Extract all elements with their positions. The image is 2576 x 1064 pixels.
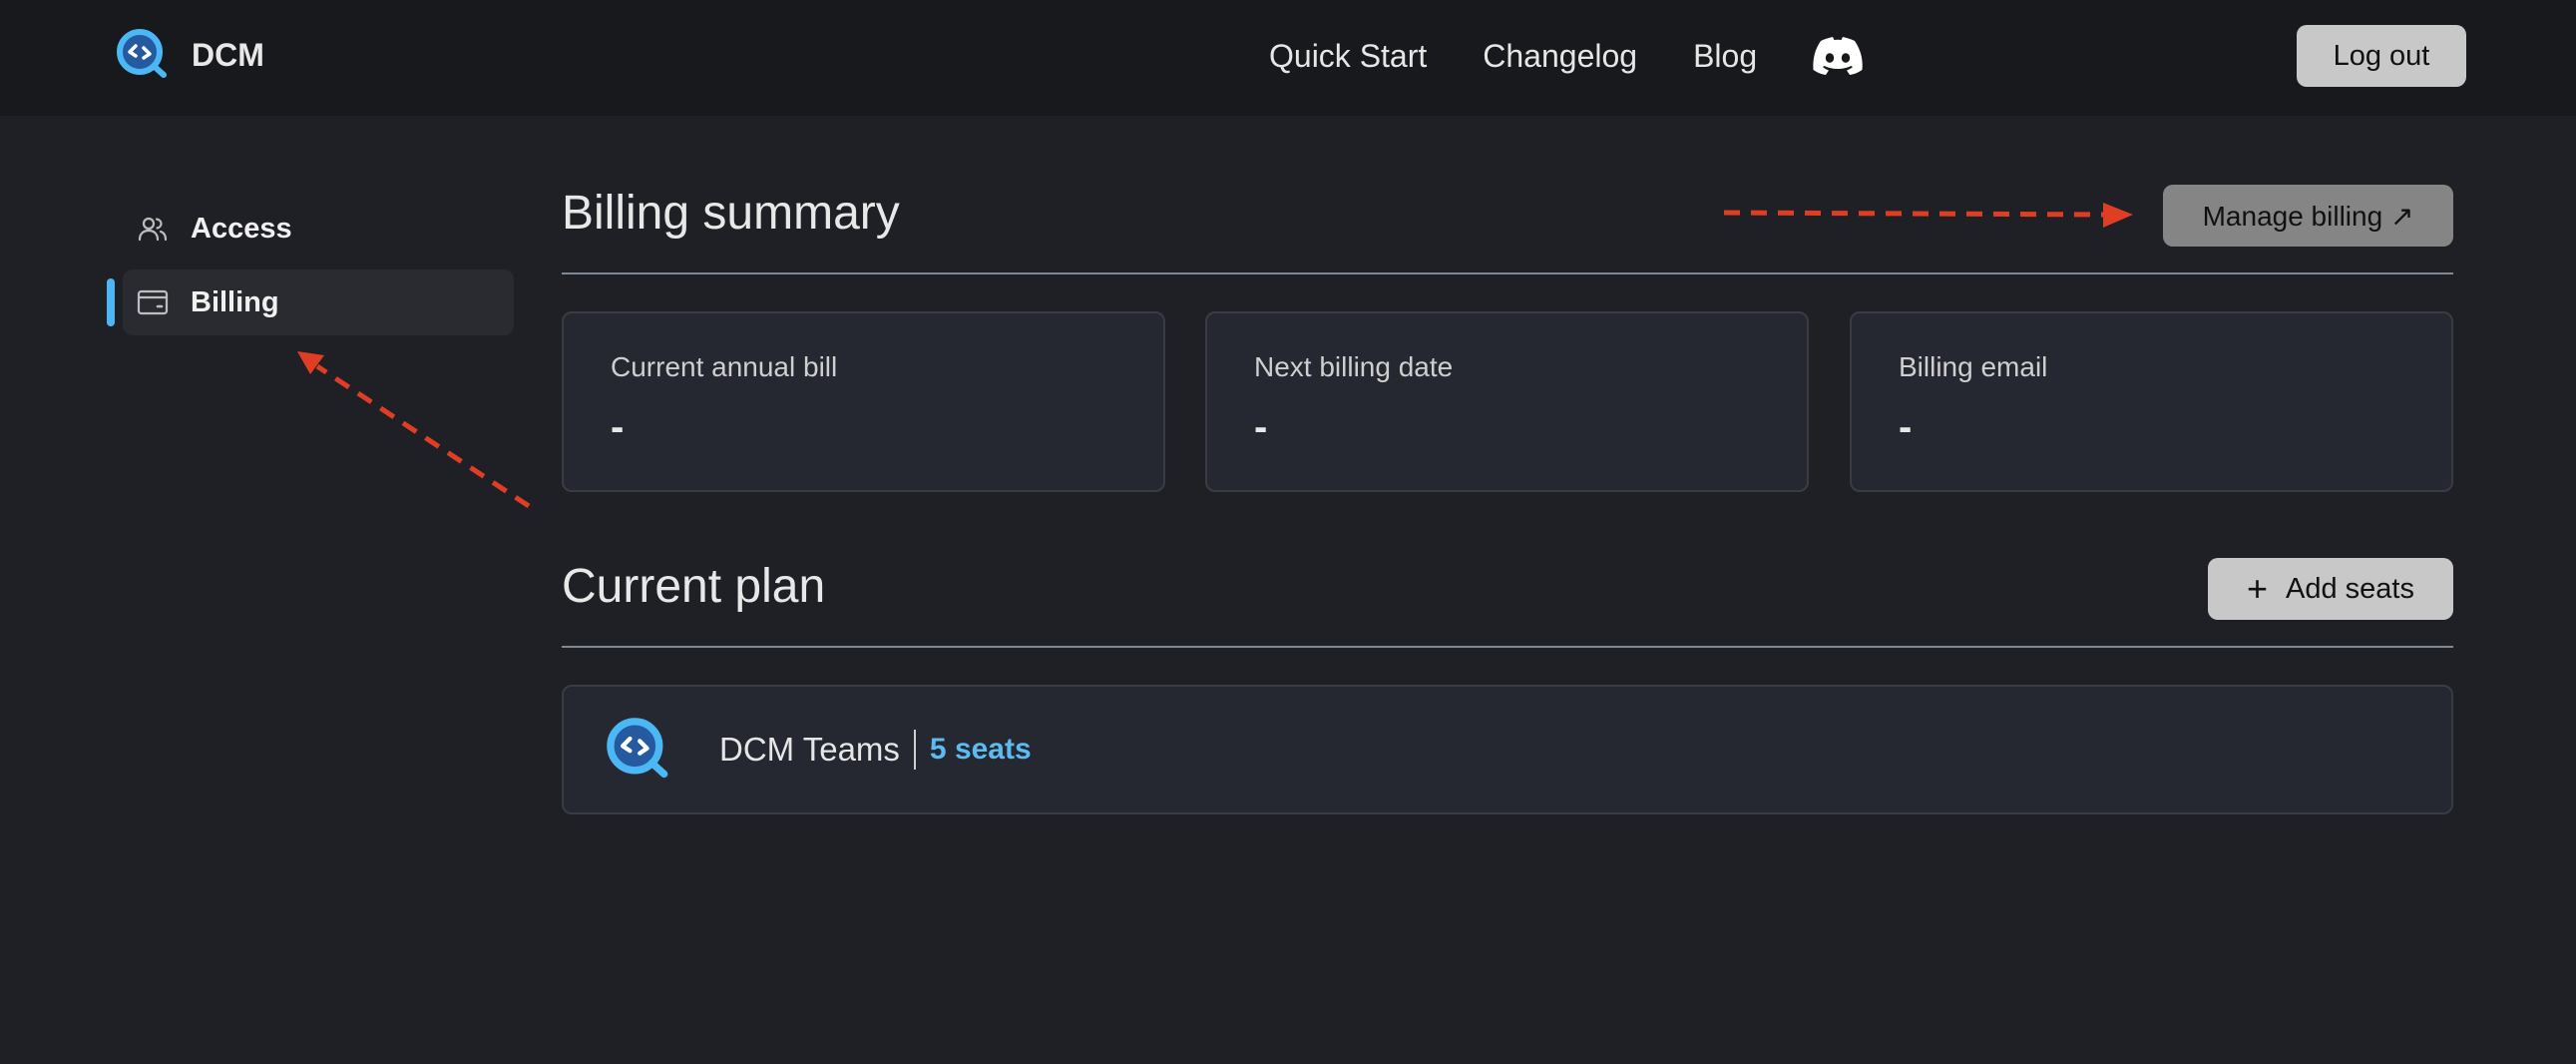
dcm-logo-icon [607, 718, 668, 779]
card-label: Current annual bill [611, 351, 838, 382]
add-seats-button[interactable]: + Add seats [2208, 558, 2453, 620]
nav-blog[interactable]: Blog [1693, 38, 1757, 75]
card-label: Billing email [1899, 351, 2048, 382]
manage-billing-button[interactable]: Manage billing ↗ [2163, 185, 2453, 247]
top-header: DCM Quick Start Changelog Blog Log out [0, 0, 2576, 116]
section-divider [562, 272, 2453, 274]
plan-card: DCM Teams 5 seats [562, 685, 2453, 814]
brand-name: DCM [192, 36, 264, 73]
dcm-logo-icon [117, 29, 167, 78]
brand[interactable]: DCM [116, 28, 264, 82]
users-icon [138, 217, 168, 242]
annotation-arrows [297, 203, 2133, 509]
billing-email-card: Billing email - [1850, 311, 2453, 492]
plus-icon: + [2246, 568, 2269, 609]
card-value: - [1254, 405, 1268, 449]
annual-bill-card: Current annual bill - [562, 311, 1165, 492]
main-nav: Quick Start Changelog Blog [1269, 30, 1863, 82]
section-divider [562, 646, 2453, 648]
nav-quick-start[interactable]: Quick Start [1269, 38, 1427, 75]
plan-seats: 5 seats [929, 733, 1032, 766]
plan-name: DCM Teams [719, 731, 900, 768]
card-value: - [611, 405, 625, 449]
active-indicator [107, 278, 115, 326]
sidebar-item-label: Access [191, 212, 292, 245]
credit-card-icon [137, 289, 169, 315]
plan-separator [913, 730, 916, 770]
nav-changelog[interactable]: Changelog [1483, 38, 1637, 75]
billing-summary-title: Billing summary [562, 187, 900, 240]
sidebar-item-access[interactable]: Access [123, 196, 514, 262]
discord-icon[interactable] [1813, 37, 1863, 75]
sidebar-item-label: Billing [191, 285, 279, 318]
current-plan-title: Current plan [562, 560, 826, 613]
arrow-to-billing-sidebar [297, 351, 531, 509]
card-label: Next billing date [1254, 351, 1454, 382]
next-billing-date-card: Next billing date - [1205, 311, 1809, 492]
arrow-to-manage-billing [1723, 203, 2133, 228]
logout-button[interactable]: Log out [2297, 25, 2466, 87]
sidebar-item-billing[interactable]: Billing [123, 269, 514, 335]
add-seats-label: Add seats [2286, 572, 2414, 605]
card-value: - [1899, 405, 1913, 449]
